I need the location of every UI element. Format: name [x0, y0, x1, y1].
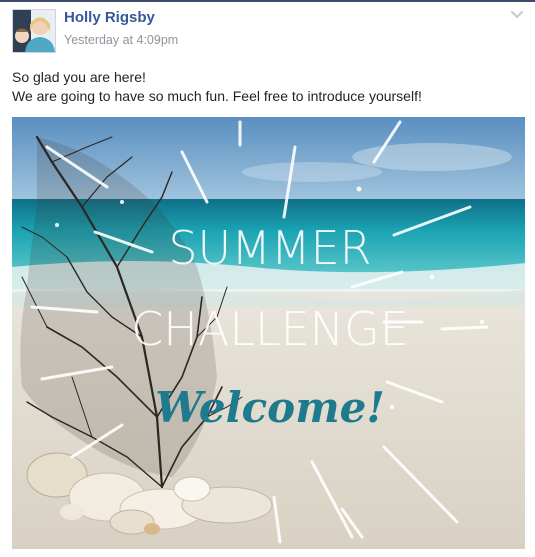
message-line-1: So glad you are here!: [12, 69, 146, 85]
post-photo[interactable]: SUMMER CHALLENGE Welcome!: [12, 117, 525, 549]
beach-photo: SUMMER CHALLENGE Welcome!: [12, 117, 525, 549]
image-text-challenge: CHALLENGE: [131, 302, 409, 356]
post-timestamp-link[interactable]: Yesterday at 4:09pm: [64, 33, 178, 47]
image-text-welcome: Welcome!: [155, 383, 385, 432]
author-avatar[interactable]: [12, 9, 56, 53]
post-message: So glad you are here! We are going to ha…: [12, 68, 527, 106]
message-line-2: We are going to have so much fun. Feel f…: [12, 88, 422, 104]
author-name-link[interactable]: Holly Rigsby: [64, 9, 155, 26]
chevron-down-icon[interactable]: [510, 10, 524, 20]
image-text-summer: SUMMER: [168, 221, 371, 275]
top-divider: [0, 0, 535, 2]
avatar-image: [13, 10, 55, 52]
